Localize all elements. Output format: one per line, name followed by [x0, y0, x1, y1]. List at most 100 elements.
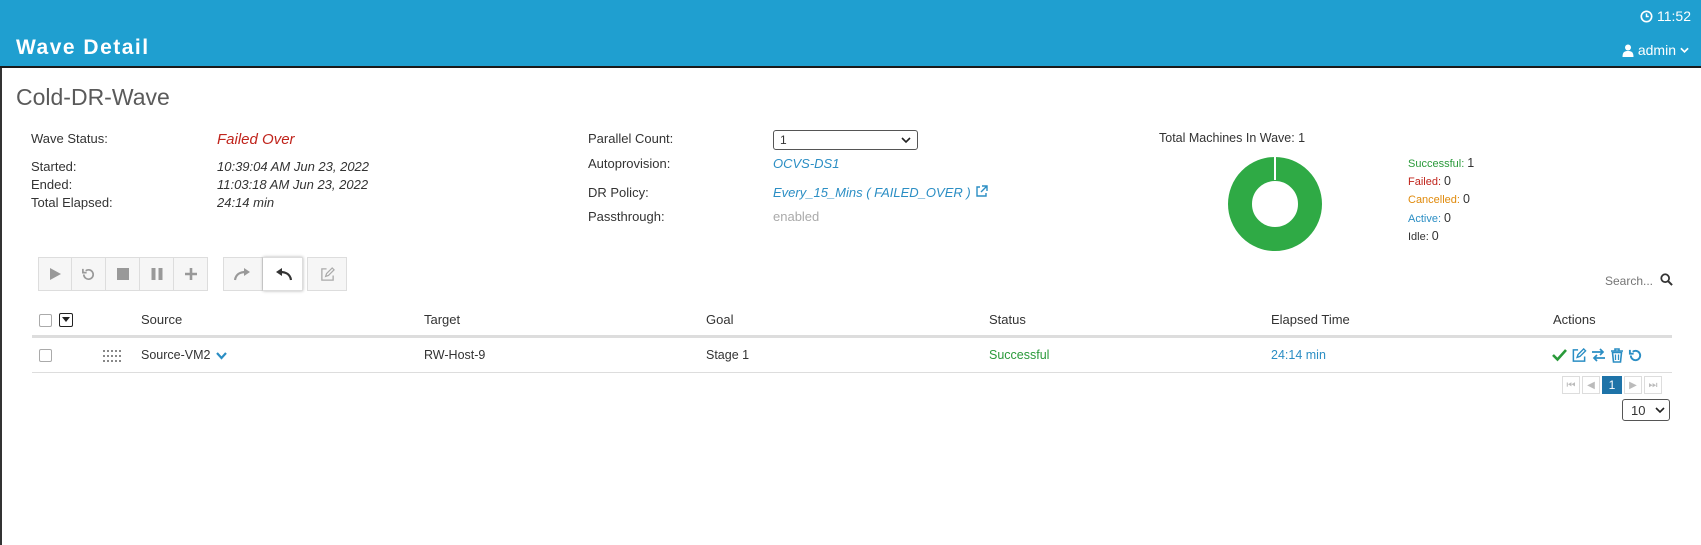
legend-item: Successful: 1: [1408, 156, 1474, 170]
app-header: 11:52 Wave Detail admin: [0, 0, 1701, 68]
failback-button[interactable]: [263, 257, 303, 291]
current-page-button[interactable]: 1: [1602, 376, 1622, 394]
clock-time: 11:52: [1657, 8, 1691, 24]
toolbar-group-edit: [307, 257, 347, 291]
legend-count: 0: [1462, 192, 1470, 206]
row-target: RW-Host-9: [424, 348, 486, 362]
drag-handle-icon[interactable]: [103, 350, 123, 362]
first-page-button[interactable]: ⏮: [1562, 376, 1580, 394]
failover-button[interactable]: [223, 257, 263, 291]
wave-status-value: Failed Over: [217, 131, 295, 148]
restart-button[interactable]: [72, 257, 106, 291]
add-icon: [184, 268, 197, 280]
table-header: Source Target Goal Status Elapsed Time A…: [32, 304, 1672, 338]
search-icon[interactable]: [1660, 273, 1673, 286]
pause-button[interactable]: [140, 257, 174, 291]
legend-item: Idle: 0: [1408, 229, 1439, 243]
legend-label: Failed:: [1408, 176, 1442, 188]
column-header-status[interactable]: Status: [989, 312, 1026, 327]
autoprovision-link[interactable]: OCVS-DS1: [773, 156, 839, 171]
toolbar-group-failover: [223, 257, 303, 291]
started-label: Started:: [31, 159, 77, 174]
user-name: admin: [1637, 42, 1676, 58]
legend-count: 0: [1431, 229, 1439, 243]
total-elapsed-value: 24:14 min: [217, 195, 275, 210]
legend-count: 1: [1467, 156, 1475, 170]
legend-item: Failed: 0: [1408, 174, 1451, 188]
wave-status-label: Wave Status:: [31, 131, 108, 146]
legend-label: Idle:: [1408, 231, 1429, 243]
restart-icon: [82, 268, 95, 280]
chevron-down-icon: [901, 136, 911, 143]
left-border: [0, 68, 2, 545]
pause-icon: [151, 268, 162, 280]
swap-icon[interactable]: [1591, 348, 1606, 362]
external-link-icon[interactable]: [975, 185, 988, 198]
trash-icon[interactable]: [1610, 348, 1624, 363]
page-size-value: 10: [1631, 402, 1646, 418]
last-page-button[interactable]: ⏭: [1644, 376, 1662, 394]
forward-arrow-icon: [234, 268, 250, 281]
row-actions: [1552, 348, 1643, 363]
start-button[interactable]: [38, 257, 72, 291]
column-header-actions: Actions: [1553, 312, 1596, 327]
passthrough-value: enabled: [773, 209, 820, 224]
page-title: Cold-DR-Wave: [16, 84, 170, 110]
column-header-elapsed-time[interactable]: Elapsed Time: [1271, 312, 1350, 327]
parallel-count-select[interactable]: 1: [773, 130, 918, 150]
caret-down-icon: [62, 317, 70, 322]
chevron-down-icon: [1680, 47, 1689, 53]
pagination: ⏮ ◀ 1 ▶ ⏭: [1562, 376, 1662, 394]
total-machines-title: Total Machines In Wave: 1: [1159, 131, 1306, 145]
source-name: Source-VM2: [141, 348, 211, 362]
search-input[interactable]: [1545, 272, 1655, 290]
row-goal: Stage 1: [706, 348, 750, 362]
machines-donut-chart: [1228, 156, 1322, 251]
ended-value: 11:03:18 AM Jun 23, 2022: [217, 177, 369, 192]
page-size-select[interactable]: 10: [1622, 399, 1670, 421]
play-icon: [50, 268, 61, 280]
select-all-checkbox[interactable]: [39, 314, 52, 327]
legend-item: Cancelled: 0: [1408, 192, 1470, 206]
parallel-count-value: 1: [780, 133, 787, 147]
stop-button[interactable]: [106, 257, 140, 291]
edit-icon[interactable]: [1571, 348, 1587, 363]
chevron-down-icon: [1655, 406, 1665, 413]
prev-page-button[interactable]: ◀: [1582, 376, 1600, 394]
parallel-count-label: Parallel Count:: [588, 131, 674, 146]
clock-icon: [1640, 9, 1653, 23]
check-icon[interactable]: [1552, 348, 1567, 362]
clock: 11:52: [1640, 8, 1691, 24]
column-header-target[interactable]: Target: [424, 312, 460, 327]
dr-policy-link[interactable]: Every_15_Mins ( FAILED_OVER ): [773, 185, 971, 200]
bulk-select-dropdown[interactable]: [59, 313, 73, 327]
dr-policy-label: DR Policy:: [588, 185, 649, 200]
row-status: Successful: [989, 348, 1050, 362]
legend-label: Active:: [1408, 213, 1442, 225]
legend-count: 0: [1444, 211, 1451, 225]
table-row: Source-VM2 RW-Host-9 Stage 1 Successful …: [32, 338, 1672, 373]
legend-count: 0: [1444, 174, 1451, 188]
user-menu[interactable]: admin: [1622, 42, 1689, 58]
row-checkbox[interactable]: [39, 349, 52, 362]
user-icon: [1622, 44, 1634, 57]
add-button[interactable]: [174, 257, 208, 291]
legend-label: Successful:: [1408, 158, 1465, 170]
restart-icon[interactable]: [1628, 348, 1643, 363]
edit-button[interactable]: [307, 257, 347, 291]
column-header-goal[interactable]: Goal: [706, 312, 733, 327]
column-header-source[interactable]: Source: [141, 312, 182, 327]
chevron-down-icon[interactable]: [216, 351, 227, 360]
started-value: 10:39:04 AM Jun 23, 2022: [217, 159, 370, 174]
total-elapsed-label: Total Elapsed:: [31, 195, 113, 210]
row-elapsed-time[interactable]: 24:14 min: [1271, 348, 1326, 362]
legend-label: Cancelled:: [1408, 194, 1460, 206]
passthrough-label: Passthrough:: [588, 209, 665, 224]
legend-item: Active: 0: [1408, 211, 1451, 225]
app-title: Wave Detail: [16, 36, 150, 59]
edit-icon: [320, 266, 335, 281]
stop-icon: [116, 268, 129, 280]
toolbar-group-run: [38, 257, 208, 291]
ended-label: Ended:: [31, 177, 73, 192]
next-page-button[interactable]: ▶: [1624, 376, 1642, 394]
